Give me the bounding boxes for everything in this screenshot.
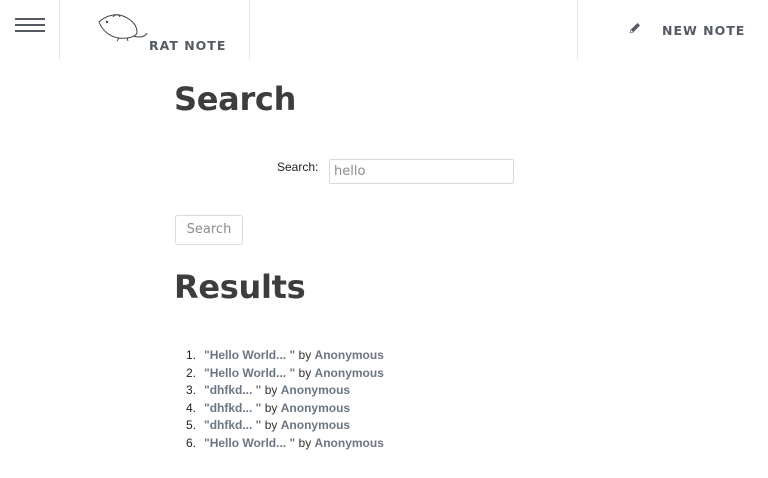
menu-button[interactable]: [0, 0, 60, 60]
result-author-link[interactable]: Anonymous: [281, 383, 350, 397]
result-author-link[interactable]: Anonymous: [281, 418, 350, 432]
search-button[interactable]: Search: [175, 215, 243, 245]
by-text: by: [298, 348, 312, 362]
result-title-link[interactable]: "Hello World... ": [204, 436, 295, 450]
list-item: 3. "dhfkd... " by Anonymous: [174, 382, 384, 400]
by-text: by: [264, 400, 278, 415]
result-number: 2.: [185, 365, 196, 380]
brand-link[interactable]: RAT NOTE: [60, 0, 250, 60]
result-number: 1.: [185, 348, 196, 362]
rat-logo-icon: [98, 14, 148, 42]
list-item: 6. "Hello World... " by Anonymous: [174, 435, 384, 453]
new-note-label: NEW NOTE: [662, 23, 746, 38]
pencil-icon: [629, 23, 640, 34]
new-note-button[interactable]: NEW NOTE: [577, 0, 768, 60]
brand-label: RAT NOTE: [149, 38, 227, 53]
result-title-link[interactable]: "Hello World... ": [204, 348, 295, 362]
list-item: 4. "dhfkd... " by Anonymous: [174, 400, 384, 418]
by-text: by: [298, 365, 312, 380]
result-author-link[interactable]: Anonymous: [315, 366, 384, 380]
search-input[interactable]: [329, 159, 514, 184]
list-item: 5. "dhfkd... " by Anonymous: [174, 417, 384, 435]
list-item: 1. "Hello World... " by Anonymous: [174, 347, 384, 365]
result-author-link[interactable]: Anonymous: [315, 348, 384, 362]
list-item: 2. "Hello World... " by Anonymous: [174, 365, 384, 383]
result-title-link[interactable]: "Hello World... ": [204, 366, 295, 380]
result-number: 5.: [185, 418, 196, 433]
result-author-link[interactable]: Anonymous: [281, 401, 350, 415]
by-text: by: [264, 418, 278, 433]
result-author-link[interactable]: Anonymous: [315, 436, 384, 450]
search-label: Search:: [277, 160, 319, 174]
result-number: 3.: [185, 383, 196, 398]
result-number: 4.: [185, 400, 196, 415]
result-number: 6.: [185, 435, 196, 450]
results-heading: Results: [174, 268, 306, 306]
top-navigation-bar: RAT NOTE NEW NOTE: [0, 0, 768, 60]
result-title-link[interactable]: "dhfkd... ": [204, 418, 261, 432]
result-title-link[interactable]: "dhfkd... ": [204, 383, 261, 397]
result-title-link[interactable]: "dhfkd... ": [204, 401, 261, 415]
search-heading: Search: [174, 80, 297, 118]
by-text: by: [264, 383, 278, 398]
results-list: 1. "Hello World... " by Anonymous 2. "Hell…: [174, 347, 384, 453]
by-text: by: [298, 435, 312, 450]
